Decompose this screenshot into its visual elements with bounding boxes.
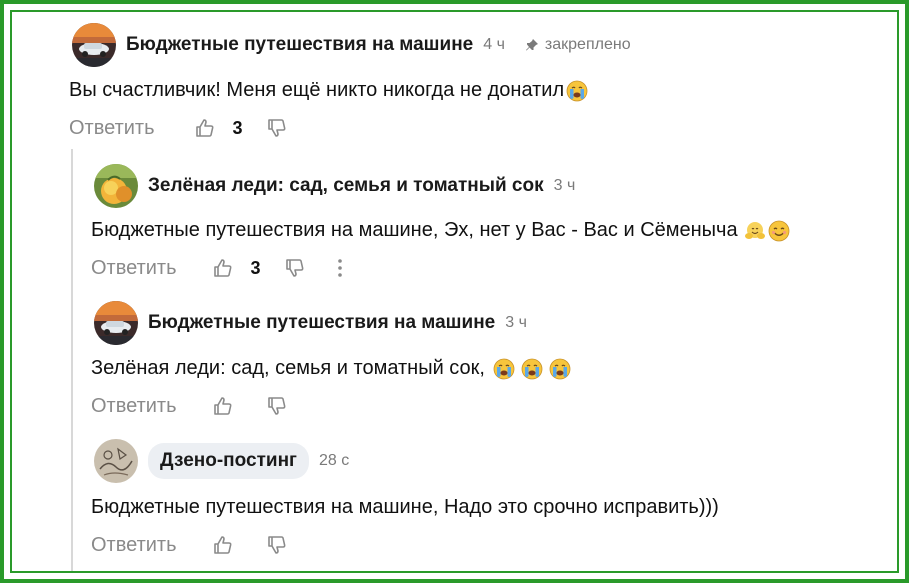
crying-face-icon xyxy=(493,358,515,379)
crying-face-icon xyxy=(566,80,588,101)
comment-1: Бюджетные путешествия на машине 4 ч закр… xyxy=(69,23,897,143)
reply-button[interactable]: Ответить xyxy=(91,395,177,418)
comment-text: Бюджетные путешествия на машине, Надо эт… xyxy=(91,496,719,518)
thumbs-down-icon xyxy=(267,397,285,415)
reply-button[interactable]: Ответить xyxy=(69,117,155,140)
comment-actions: Ответить 3 xyxy=(91,253,897,283)
like-button[interactable] xyxy=(211,256,235,280)
peach-avatar[interactable] xyxy=(94,164,138,208)
comment-header: Дзено-постинг 28 с xyxy=(94,439,897,483)
dislike-button[interactable] xyxy=(265,394,289,418)
like-count: 3 xyxy=(232,117,243,138)
comment-time: 3 ч xyxy=(553,177,576,194)
comment-actions: Ответить xyxy=(91,530,897,560)
author-name[interactable]: Дзено-постинг xyxy=(148,443,309,479)
comment-4: Дзено-постинг 28 с Бюджетные путешествия… xyxy=(91,439,897,560)
comment-text-row: Бюджетные путешествия на машине, Надо эт… xyxy=(91,496,897,519)
thread-line xyxy=(71,149,73,571)
pinned-label: закреплено xyxy=(544,36,631,53)
author-name[interactable]: Зелёная леди: сад, семья и томатный сок xyxy=(148,175,544,197)
like-button[interactable] xyxy=(193,116,217,140)
comment-text-row: Бюджетные путешествия на машине, Эх, нет… xyxy=(91,219,897,242)
reply-button[interactable]: Ответить xyxy=(91,257,177,280)
comment-text: Зелёная леди: сад, семья и томатный сок, xyxy=(91,357,485,379)
thumbs-down-icon xyxy=(267,119,285,137)
sketch-avatar[interactable] xyxy=(94,439,138,483)
reply-button[interactable]: Ответить xyxy=(91,534,177,557)
comment-3: Бюджетные путешествия на машине 3 ч Зелё… xyxy=(91,301,897,421)
more-options-button[interactable] xyxy=(337,258,343,278)
thumbs-up-icon xyxy=(213,536,231,554)
comment-text: Бюджетные путешествия на машине, Эх, нет… xyxy=(91,219,738,241)
author-name[interactable]: Бюджетные путешествия на машине xyxy=(126,34,473,56)
like-count: 3 xyxy=(250,257,261,278)
like-button[interactable] xyxy=(211,394,235,418)
pin-icon xyxy=(525,39,538,51)
pinned-badge: закреплено xyxy=(525,36,631,54)
comment-time: 3 ч xyxy=(505,314,527,331)
comment-actions: Ответить xyxy=(91,391,897,421)
comment-header: Бюджетные путешествия на машине 4 ч закр… xyxy=(72,23,897,67)
comment-header: Зелёная леди: сад, семья и томатный сок … xyxy=(94,164,897,208)
thumbs-down-icon xyxy=(267,536,285,554)
comment-text: Вы счастливчик! Меня ещё никто никогда н… xyxy=(69,79,565,101)
more-vertical-icon xyxy=(337,259,342,277)
comment-actions: Ответить 3 xyxy=(69,113,897,143)
crying-face-icon xyxy=(549,358,571,379)
comment-time: 4 ч xyxy=(483,36,505,53)
comment-text-row: Вы счастливчик! Меня ещё никто никогда н… xyxy=(69,79,897,102)
dislike-button[interactable] xyxy=(283,256,307,280)
inner-frame: Бюджетные путешествия на машине 4 ч закр… xyxy=(10,10,899,573)
car-avatar[interactable] xyxy=(72,23,116,67)
thumbs-up-icon xyxy=(213,397,231,415)
comment-header: Бюджетные путешествия на машине 3 ч xyxy=(94,301,897,345)
car-avatar[interactable] xyxy=(94,301,138,345)
comment-2: Зелёная леди: сад, семья и томатный сок … xyxy=(91,164,897,283)
thumbs-down-icon xyxy=(285,259,303,277)
crying-face-icon xyxy=(521,358,543,379)
thumbs-up-icon xyxy=(213,259,231,277)
author-name[interactable]: Бюджетные путешествия на машине xyxy=(148,312,495,334)
dislike-button[interactable] xyxy=(265,116,289,140)
comment-time: 28 с xyxy=(318,452,350,469)
like-button[interactable] xyxy=(211,533,235,557)
hugging-face-icon xyxy=(744,221,765,239)
dislike-button[interactable] xyxy=(265,533,289,557)
comment-text-row: Зелёная леди: сад, семья и томатный сок, xyxy=(91,357,897,380)
outer-frame: Бюджетные путешествия на машине 4 ч закр… xyxy=(0,0,909,583)
smiling-face-icon xyxy=(768,220,790,241)
thumbs-up-icon xyxy=(195,119,213,137)
